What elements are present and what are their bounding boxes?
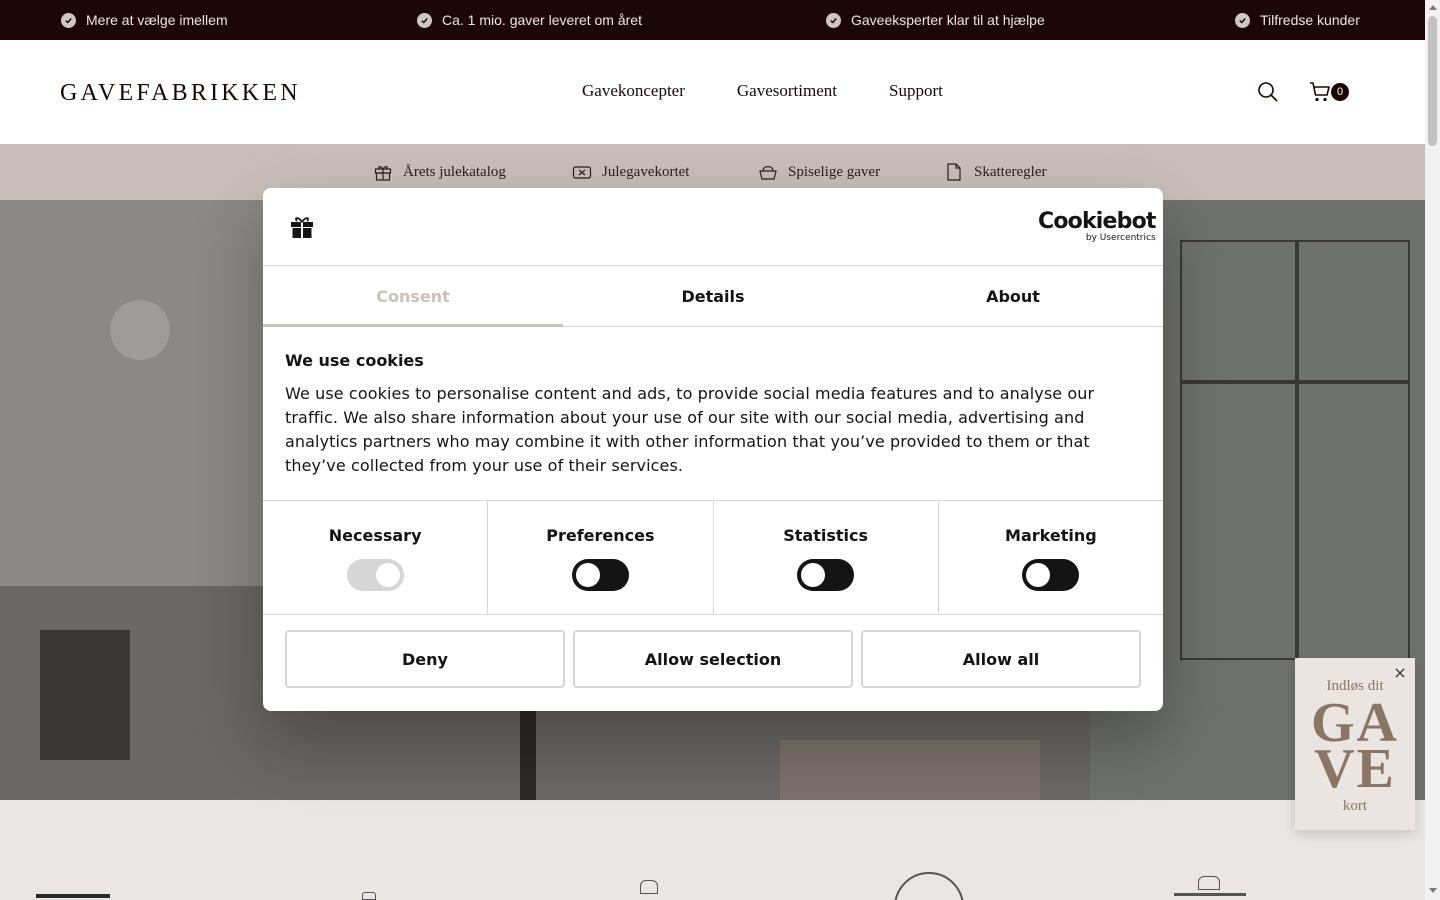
category-necessary: Necessary	[263, 501, 489, 614]
cookiebot-brand: Cookiebot	[1038, 209, 1156, 234]
dialog-actions: Deny Allow selection Allow all	[285, 630, 1141, 688]
consent-categories: Necessary Preferences Statistics Marketi…	[263, 500, 1163, 615]
cookiebot-brand-sub: by Usercentrics	[1085, 233, 1156, 243]
dialog-tabs: Consent Details About	[263, 267, 1163, 327]
dialog-description: We use cookies to personalise content an…	[285, 384, 1095, 475]
dialog-title: We use cookies	[285, 351, 424, 370]
dialog-header: Cookiebot by Usercentrics	[263, 188, 1163, 266]
scroll-up-arrow[interactable]	[1429, 5, 1437, 10]
category-label: Preferences	[546, 526, 655, 545]
statistics-toggle[interactable]	[797, 559, 855, 591]
cookie-consent-dialog: Cookiebot by Usercentrics Consent Detail…	[263, 188, 1163, 711]
widget-gave: GA VE	[1295, 695, 1415, 797]
page-scrollbar[interactable]	[1425, 0, 1440, 900]
tab-details[interactable]: Details	[563, 267, 863, 326]
cookiebot-logo[interactable]: Cookiebot by Usercentrics	[1038, 209, 1156, 244]
category-label: Marketing	[1005, 526, 1097, 545]
category-statistics: Statistics	[714, 501, 939, 614]
widget-gave-text: GA VE	[1311, 692, 1399, 800]
allow-all-button[interactable]: Allow all	[861, 630, 1141, 688]
widget-kort: kort	[1342, 798, 1368, 814]
preferences-toggle[interactable]	[571, 559, 629, 591]
deny-button[interactable]: Deny	[285, 630, 565, 688]
category-label: Statistics	[783, 526, 868, 545]
scroll-down-arrow[interactable]	[1429, 888, 1437, 893]
scroll-thumb[interactable]	[1428, 16, 1437, 146]
category-label: Necessary	[328, 526, 422, 545]
tab-about[interactable]: About	[863, 267, 1163, 326]
marketing-toggle[interactable]	[1022, 559, 1080, 591]
necessary-toggle	[346, 559, 404, 591]
category-preferences: Preferences	[488, 501, 714, 614]
tab-consent[interactable]: Consent	[263, 267, 563, 327]
gift-card-widget[interactable]: Indløs dit GA VE kort	[1295, 658, 1415, 830]
allow-selection-button[interactable]: Allow selection	[573, 630, 853, 688]
gift-icon	[291, 217, 313, 238]
category-marketing: Marketing	[939, 501, 1163, 614]
